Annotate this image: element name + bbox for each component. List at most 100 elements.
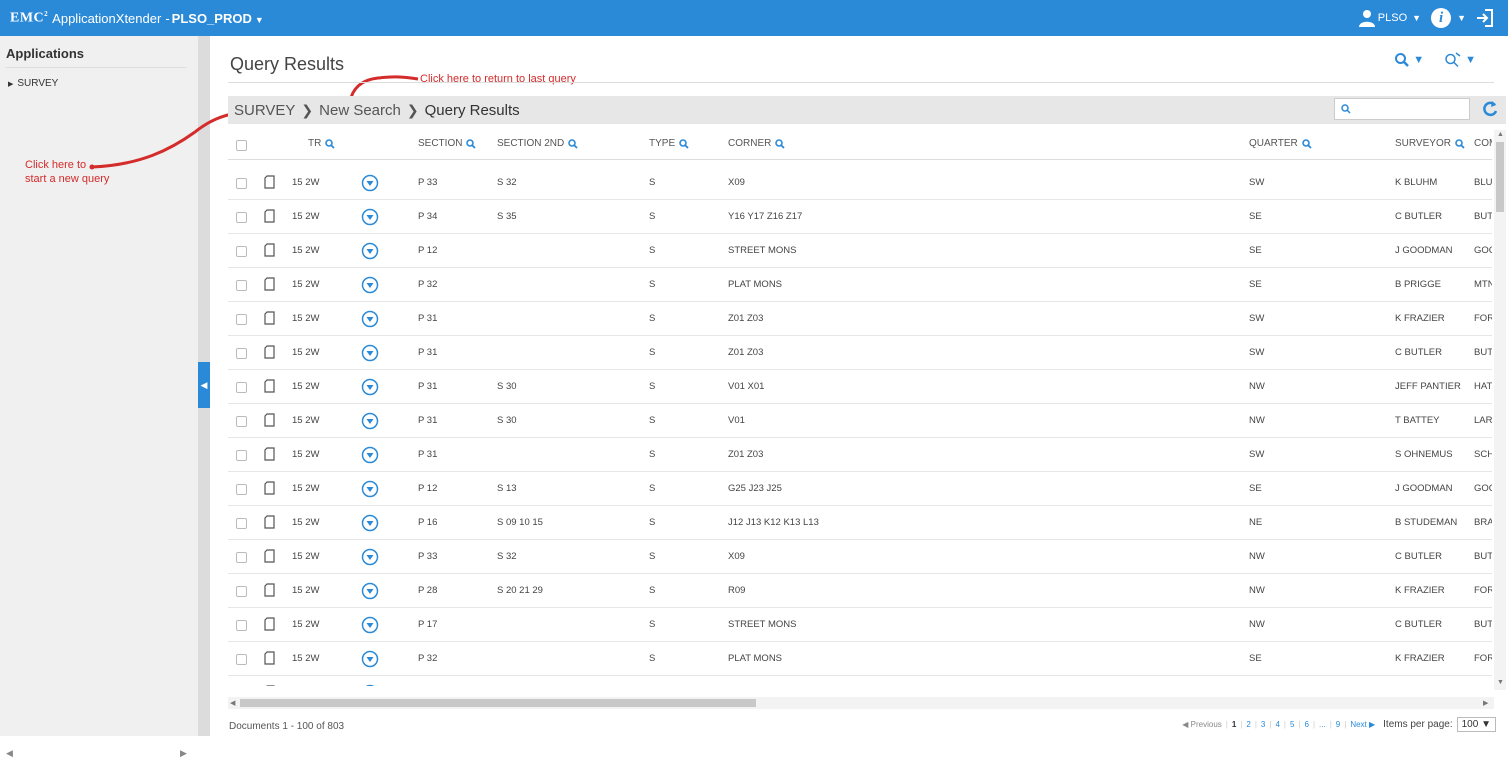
logout-icon[interactable] [1476,9,1494,27]
scroll-up-icon[interactable]: ▲ [1497,131,1504,138]
table-row[interactable]: 15 2W P 32 S PLAT MONS SE B PRIGGE MTN [228,268,1492,302]
row-actions-dropdown-icon[interactable] [361,174,379,197]
row-checkbox[interactable] [236,348,247,359]
row-checkbox[interactable] [236,620,247,631]
table-row[interactable] [228,676,1492,686]
document-icon[interactable] [264,481,275,500]
row-checkbox[interactable] [236,586,247,597]
table-row[interactable]: 15 2W P 16 S 09 10 15 S J12 J13 K12 K13 L13 N… [228,506,1492,540]
col-type[interactable]: TYPE [649,138,689,149]
document-icon[interactable] [264,209,275,228]
row-actions-dropdown-icon[interactable] [361,378,379,401]
row-checkbox[interactable] [236,654,247,665]
page-link-5[interactable]: 5 [1290,720,1294,729]
document-icon[interactable] [264,243,275,262]
search-menu[interactable]: ▼ [1394,52,1424,68]
document-icon[interactable] [264,277,275,296]
page-link-ellipsis[interactable]: ... [1319,720,1326,729]
col-com[interactable]: COM [1474,138,1492,149]
previous-page-link[interactable]: ◀ Previous [1182,720,1222,729]
table-row[interactable]: 15 2W P 12 S STREET MONS SE J GOODMAN GOC [228,234,1492,268]
col-quarter[interactable]: QUARTER [1249,138,1312,149]
col-surveyor[interactable]: SURVEYOR [1395,138,1465,149]
scroll-right-icon[interactable]: ▶ [180,748,187,759]
row-actions-dropdown-icon[interactable] [361,616,379,639]
table-row[interactable]: 15 2W P 31 S 30 S V01 X01 NW JEFF PANTIER HAT [228,370,1492,404]
page-link-9[interactable]: 9 [1336,720,1340,729]
document-icon[interactable] [264,617,275,636]
row-checkbox[interactable] [236,552,247,563]
collapse-sidebar-button[interactable]: ◀ [198,362,210,408]
col-section[interactable]: SECTION [418,138,477,149]
items-per-page-select[interactable]: 100 ▼ [1456,717,1496,732]
document-icon[interactable] [264,413,275,432]
row-checkbox[interactable] [236,416,247,427]
breadcrumb-survey[interactable]: SURVEY [228,102,295,119]
row-actions-dropdown-icon[interactable] [361,548,379,571]
document-icon[interactable] [264,515,275,534]
document-icon[interactable] [264,583,275,602]
page-link-1[interactable]: 1 [1232,720,1236,729]
table-row[interactable]: 15 2W P 12 S 13 S G25 J23 J25 SE J GOODMAN GOC [228,472,1492,506]
table-row[interactable]: 15 2W P 33 S 32 S X09 NW C BUTLER BUT [228,540,1492,574]
row-actions-dropdown-icon[interactable] [361,650,379,673]
document-icon[interactable] [264,549,275,568]
row-checkbox[interactable] [236,246,247,257]
info-menu[interactable]: i ▼ [1431,8,1466,28]
environment-selector[interactable]: PLSO_PROD ▼ [172,11,264,26]
row-actions-dropdown-icon[interactable] [361,514,379,537]
query-menu[interactable]: ▼ [1444,52,1476,68]
scroll-thumb[interactable] [1496,142,1504,212]
document-icon[interactable] [264,685,275,686]
table-row[interactable]: 15 2W P 17 S STREET MONS NW C BUTLER BUT [228,608,1492,642]
user-menu[interactable]: PLSO ▼ [1358,9,1421,27]
table-row[interactable]: 15 2W P 31 S Z01 Z03 SW S OHNEMUS SCH [228,438,1492,472]
scroll-down-icon[interactable]: ▼ [1497,679,1504,686]
scroll-thumb[interactable] [240,699,756,707]
row-actions-dropdown-icon[interactable] [361,242,379,265]
row-checkbox[interactable] [236,212,247,223]
col-corner[interactable]: CORNER [728,138,785,149]
row-actions-dropdown-icon[interactable] [361,208,379,231]
select-all-checkbox[interactable] [236,140,247,151]
filter-input[interactable] [1334,98,1470,120]
row-actions-dropdown-icon[interactable] [361,684,379,686]
scroll-left-icon[interactable]: ◀ [230,699,235,707]
row-checkbox[interactable] [236,280,247,291]
page-link-4[interactable]: 4 [1275,720,1279,729]
page-link-6[interactable]: 6 [1305,720,1309,729]
col-section-2nd[interactable]: SECTION 2ND [497,138,578,149]
row-actions-dropdown-icon[interactable] [361,446,379,469]
row-actions-dropdown-icon[interactable] [361,276,379,299]
row-checkbox[interactable] [236,450,247,461]
row-actions-dropdown-icon[interactable] [361,480,379,503]
table-row[interactable]: 15 2W P 33 S 32 S X09 SW K BLUHM BLU [228,166,1492,200]
page-link-2[interactable]: 2 [1246,720,1250,729]
table-row[interactable]: 15 2W P 31 S Z01 Z03 SW C BUTLER BUT [228,336,1492,370]
document-icon[interactable] [264,311,275,330]
row-checkbox[interactable] [236,484,247,495]
col-tr[interactable]: TR [308,138,335,149]
row-checkbox[interactable] [236,178,247,189]
document-icon[interactable] [264,379,275,398]
scroll-right-icon[interactable]: ▶ [1483,699,1488,707]
table-row[interactable]: 15 2W P 34 S 35 S Y16 Y17 Z16 Z17 SE C BUTLER B… [228,200,1492,234]
row-actions-dropdown-icon[interactable] [361,344,379,367]
scroll-left-icon[interactable]: ◀ [6,748,13,759]
document-icon[interactable] [264,175,275,194]
next-page-link[interactable]: Next ▶ [1350,720,1375,729]
table-row[interactable]: 15 2W P 31 S 30 S V01 NW T BATTEY LAR [228,404,1492,438]
table-row[interactable]: 15 2W P 31 S Z01 Z03 SW K FRAZIER FOR [228,302,1492,336]
row-checkbox[interactable] [236,518,247,529]
row-actions-dropdown-icon[interactable] [361,412,379,435]
breadcrumb-new-search[interactable]: New Search [319,102,401,119]
row-checkbox[interactable] [236,314,247,325]
horizontal-scrollbar[interactable]: ◀ ▶ [228,697,1494,709]
table-row[interactable]: 15 2W P 32 S PLAT MONS SE K FRAZIER FOR [228,642,1492,676]
row-actions-dropdown-icon[interactable] [361,310,379,333]
document-icon[interactable] [264,651,275,670]
document-icon[interactable] [264,345,275,364]
document-icon[interactable] [264,447,275,466]
row-actions-dropdown-icon[interactable] [361,582,379,605]
vertical-scrollbar[interactable]: ▲ ▼ [1494,130,1506,690]
